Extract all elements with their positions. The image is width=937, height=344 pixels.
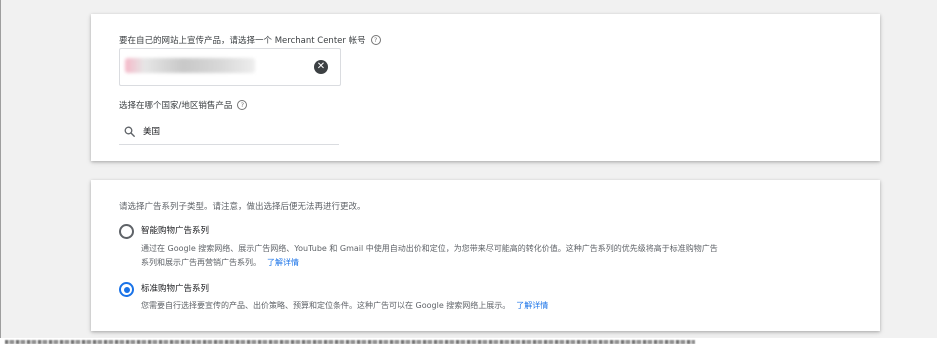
smart-shopping-radio[interactable] xyxy=(119,224,134,239)
option-description: 通过在 Google 搜索网络、展示广告网络、YouTube 和 Gmail 中… xyxy=(141,242,721,270)
cropped-text xyxy=(5,340,695,344)
cropped-text-strip xyxy=(0,338,937,344)
window-edge xyxy=(0,0,1,344)
redacted-account-name xyxy=(125,58,255,73)
campaign-subtype-card: 请选择广告系列子类型。请注意，做出选择后便无法再进行更改。 智能购物广告系列 通… xyxy=(91,180,880,331)
subtype-instruction: 请选择广告系列子类型。请注意，做出选择后便无法再进行更改。 xyxy=(119,202,366,212)
learn-more-link[interactable]: 了解详情 xyxy=(516,301,548,310)
country-search-field[interactable]: 美国 xyxy=(119,118,339,145)
option-description: 您需要自行选择要宣传的产品、出价策略、预算和定位条件。这种广告可以在 Googl… xyxy=(141,299,721,313)
country-value: 美国 xyxy=(143,127,161,137)
help-icon[interactable]: ? xyxy=(237,100,248,110)
merchant-account-label-text: 要在自己的网站上宣传产品，请选择一个 Merchant Center 帐号 xyxy=(119,36,366,46)
help-icon[interactable]: ? xyxy=(370,35,381,45)
option-description-text: 通过在 Google 搜索网络、展示广告网络、YouTube 和 Gmail 中… xyxy=(141,244,718,267)
country-label-text: 选择在哪个国家/地区销售产品 xyxy=(119,101,233,111)
standard-shopping-radio[interactable] xyxy=(119,282,134,297)
merchant-settings-card: 要在自己的网站上宣传产品，请选择一个 Merchant Center 帐号 ? … xyxy=(91,14,880,161)
search-icon xyxy=(124,126,135,137)
option-title: 标准购物广告系列 xyxy=(141,284,210,294)
option-description-text: 您需要自行选择要宣传的产品、出价策略、预算和定位条件。这种广告可以在 Googl… xyxy=(141,301,511,310)
country-label: 选择在哪个国家/地区销售产品 ? xyxy=(119,99,248,111)
clear-icon[interactable]: ✕ xyxy=(314,60,328,74)
merchant-account-select[interactable]: ✕ xyxy=(119,48,341,86)
learn-more-link[interactable]: 了解详情 xyxy=(267,258,299,267)
option-title: 智能购物广告系列 xyxy=(141,226,210,236)
merchant-account-label: 要在自己的网站上宣传产品，请选择一个 Merchant Center 帐号 ? xyxy=(119,34,381,46)
